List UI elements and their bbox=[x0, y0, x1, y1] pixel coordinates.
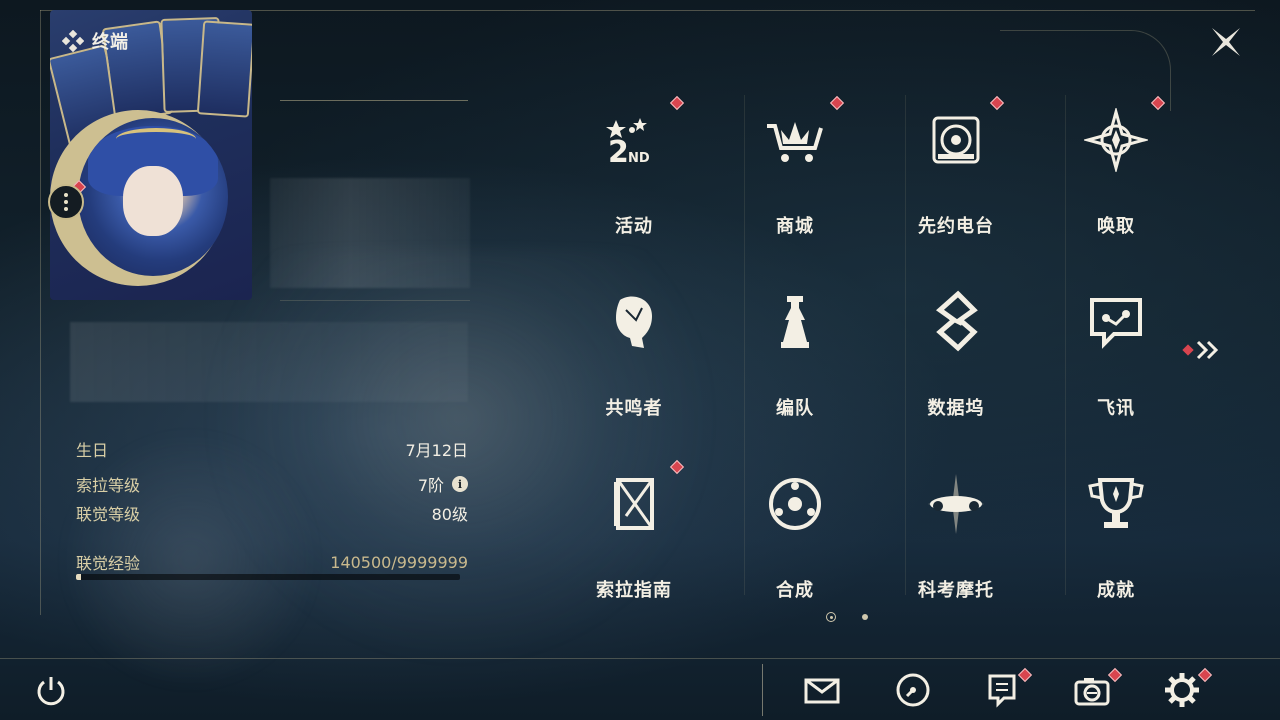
frame-line-bottom bbox=[0, 658, 1280, 659]
stat-union-level: 联觉等级 80级 bbox=[76, 501, 468, 525]
chat-bubble-icon bbox=[1090, 298, 1142, 349]
team-chess-icon bbox=[781, 296, 809, 348]
menu-label: 科考摩托 bbox=[918, 580, 994, 601]
divider-line bbox=[280, 300, 470, 301]
menu-label: 共鸣者 bbox=[605, 398, 663, 419]
svg-text:2: 2 bbox=[608, 135, 629, 170]
clock-icon[interactable] bbox=[893, 670, 933, 710]
menu-guidebook[interactable]: 索拉指南 bbox=[574, 468, 694, 618]
pagination bbox=[826, 612, 868, 622]
stat-value: 7阶 bbox=[417, 476, 444, 495]
menu-achievements[interactable]: 成就 bbox=[1056, 468, 1176, 618]
stat-value-group: 7阶 i bbox=[418, 472, 468, 496]
settings-gear-icon[interactable] bbox=[1162, 670, 1202, 710]
stat-label: 联觉等级 bbox=[76, 505, 141, 524]
menu-label: 商城 bbox=[776, 216, 814, 237]
exp-progress-fill bbox=[76, 574, 82, 580]
next-page-chevrons-icon[interactable] bbox=[1180, 338, 1224, 362]
menu-label: 活动 bbox=[615, 216, 653, 237]
stat-label: 索拉等级 bbox=[76, 476, 141, 495]
menu-label: 合成 bbox=[776, 580, 814, 601]
menu-activity[interactable]: 2 ND 活动 bbox=[574, 104, 694, 254]
stat-value: 7月12日 bbox=[405, 441, 468, 460]
menu-resonators[interactable]: 共鸣者 bbox=[574, 286, 694, 436]
divider-line bbox=[280, 100, 468, 101]
frame-line-left bbox=[40, 10, 41, 615]
menu-shop[interactable]: 商城 bbox=[735, 104, 855, 254]
page-dot[interactable] bbox=[862, 614, 868, 620]
stat-sol-level: 索拉等级 7阶 i bbox=[76, 472, 468, 496]
stat-label: 联觉经验 bbox=[76, 554, 141, 573]
stat-birthday: 生日 7月12日 bbox=[76, 437, 468, 461]
menu-convene[interactable]: 唤取 bbox=[1056, 104, 1176, 254]
menu-team[interactable]: 编队 bbox=[735, 286, 855, 436]
menu-radio[interactable]: 先约电台 bbox=[896, 104, 1016, 254]
card-mini bbox=[196, 20, 252, 118]
diamond-cluster-icon bbox=[62, 30, 84, 52]
exp-progress-bar bbox=[76, 574, 460, 580]
radio-icon bbox=[932, 116, 980, 164]
menu-label: 编队 bbox=[776, 398, 814, 419]
profile-more-button[interactable] bbox=[48, 184, 84, 220]
page-dot-active[interactable] bbox=[826, 612, 836, 622]
menu-label: 索拉指南 bbox=[596, 580, 672, 601]
player-signature-blurred[interactable] bbox=[70, 322, 468, 402]
2nd-anniversary-icon: 2 ND bbox=[606, 118, 650, 170]
synthesis-icon bbox=[769, 478, 821, 530]
stat-value: 80级 bbox=[431, 505, 468, 524]
menu-label: 成就 bbox=[1097, 580, 1135, 601]
guidebook-icon bbox=[614, 478, 654, 530]
convene-star-icon bbox=[1084, 108, 1148, 172]
shopping-cart-icon bbox=[767, 122, 823, 162]
more-dots-icon bbox=[64, 200, 68, 204]
stat-label: 生日 bbox=[76, 441, 109, 460]
exp-value: 140500/9999999 bbox=[330, 552, 468, 572]
trophy-icon bbox=[1088, 478, 1144, 528]
data-bank-icon bbox=[935, 290, 978, 352]
info-icon[interactable]: i bbox=[452, 476, 468, 492]
page-title: 终端 bbox=[92, 32, 128, 53]
page-title-group: 终端 bbox=[62, 28, 128, 54]
player-name-blurred bbox=[270, 178, 470, 288]
power-icon[interactable] bbox=[34, 674, 68, 708]
menu-label: 先约电台 bbox=[918, 216, 994, 237]
camera-icon[interactable] bbox=[1072, 670, 1112, 710]
menu-label: 数据坞 bbox=[927, 398, 985, 419]
menu-motorcycle[interactable]: 科考摩托 bbox=[896, 468, 1016, 618]
mail-icon[interactable] bbox=[802, 670, 842, 710]
avatar[interactable] bbox=[78, 118, 228, 276]
svg-text:ND: ND bbox=[628, 151, 650, 166]
menu-synthesis[interactable]: 合成 bbox=[735, 468, 855, 618]
frame-arc bbox=[1000, 30, 1171, 111]
menu-messages[interactable]: 飞讯 bbox=[1056, 286, 1176, 436]
motorcycle-icon bbox=[928, 474, 984, 534]
stat-union-exp: 联觉经验 140500/9999999 bbox=[76, 550, 468, 574]
menu-data-bank[interactable]: 数据坞 bbox=[896, 286, 1016, 436]
bottom-separator bbox=[762, 664, 763, 716]
menu-label: 唤取 bbox=[1097, 216, 1135, 237]
notice-icon[interactable] bbox=[982, 670, 1022, 710]
menu-label: 飞讯 bbox=[1097, 398, 1135, 419]
resonator-head-icon bbox=[616, 296, 652, 348]
close-icon[interactable] bbox=[1208, 24, 1244, 60]
